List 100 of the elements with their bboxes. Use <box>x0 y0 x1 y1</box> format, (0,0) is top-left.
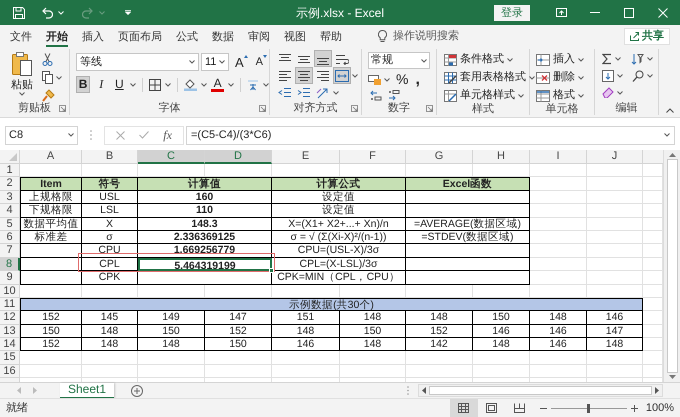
format-cells-icon[interactable] <box>536 90 550 102</box>
zoom-slider[interactable] <box>550 404 627 412</box>
decrease-decimal-icon[interactable] <box>388 90 400 101</box>
column-header[interactable]: D <box>205 150 272 164</box>
row-header[interactable]: 10 <box>0 284 20 298</box>
caret-icon[interactable] <box>615 57 621 61</box>
row-header[interactable]: 11 <box>0 298 20 312</box>
customize-icon[interactable] <box>125 10 131 15</box>
dialog-launcher-icon[interactable] <box>351 104 358 112</box>
ribbon-tab[interactable]: 审阅 <box>248 25 270 47</box>
dialog-launcher-icon[interactable] <box>259 104 266 112</box>
zoom-in-icon[interactable] <box>630 404 638 412</box>
caret-icon[interactable] <box>130 82 136 86</box>
ribbon-tab[interactable]: 文件 <box>10 25 32 47</box>
formula-input[interactable]: =(C5-C4)/(3*C6) <box>186 126 675 144</box>
fill-handle[interactable] <box>269 268 274 274</box>
fill-color-icon[interactable] <box>184 78 198 91</box>
caret-icon[interactable] <box>617 74 623 78</box>
add-sheet-icon[interactable] <box>131 384 144 396</box>
ribbon-tab[interactable]: 视图 <box>284 25 306 47</box>
caret-icon[interactable] <box>647 74 653 78</box>
font-name-field[interactable]: 等线 <box>76 53 199 71</box>
fill-down-icon[interactable] <box>602 70 614 82</box>
caret-icon[interactable] <box>201 82 208 86</box>
column-header[interactable]: G <box>406 150 473 164</box>
column-header[interactable]: I <box>530 150 587 164</box>
dialog-launcher-icon[interactable] <box>426 104 433 112</box>
lightbulb-icon[interactable] <box>378 30 387 42</box>
column-header[interactable]: C <box>138 150 205 164</box>
ribbon-tab[interactable]: 数据 <box>212 25 234 47</box>
ribbon-tab[interactable]: 页面布局 <box>118 25 162 47</box>
cells-menu-button[interactable]: 插入 <box>553 53 575 66</box>
caret-icon[interactable] <box>219 60 225 64</box>
search-icon[interactable] <box>632 70 644 82</box>
caret-icon[interactable] <box>68 133 74 137</box>
font-size-field[interactable]: 11 <box>201 53 229 71</box>
style-menu-button[interactable]: 单元格样式 <box>460 89 515 102</box>
sum-icon[interactable] <box>602 53 612 65</box>
underline-button[interactable]: U <box>112 76 126 93</box>
vertical-scrollbar[interactable] <box>663 150 680 382</box>
row-header[interactable]: 9 <box>0 271 20 285</box>
borders-icon[interactable] <box>149 78 162 90</box>
name-box[interactable]: C8 <box>5 126 78 144</box>
paintbrush-icon[interactable] <box>42 89 55 102</box>
row-header[interactable]: 6 <box>0 230 20 244</box>
scroll-down-icon[interactable] <box>668 375 676 379</box>
caret-icon[interactable] <box>56 76 62 80</box>
style-menu-button[interactable]: 条件格式 <box>460 53 504 66</box>
comma-style-button[interactable]: , <box>415 74 420 86</box>
sign-in-button[interactable]: 登录 <box>494 4 530 20</box>
row-header[interactable]: 8 <box>0 258 20 272</box>
caret-icon[interactable] <box>507 58 513 62</box>
tell-me-search[interactable]: 操作说明搜索 <box>393 28 459 44</box>
cells-menu-button[interactable]: 删除 <box>553 71 575 84</box>
column-header[interactable]: F <box>340 150 406 164</box>
caret-icon[interactable] <box>578 58 584 62</box>
row-header[interactable]: 1 <box>0 164 20 178</box>
cell-style-icon[interactable] <box>444 90 457 102</box>
caret-icon[interactable] <box>664 133 670 137</box>
ribbon-tab[interactable]: 公式 <box>176 25 198 47</box>
row-header[interactable]: 14 <box>0 338 20 352</box>
table-format-icon[interactable] <box>444 72 457 84</box>
sheet-tab[interactable]: Sheet1 <box>60 382 114 398</box>
row-header[interactable]: 15 <box>0 351 20 365</box>
caret-icon[interactable] <box>228 82 234 86</box>
dialog-launcher-icon[interactable] <box>59 105 66 112</box>
scissors-icon[interactable] <box>42 53 53 66</box>
caret-icon[interactable] <box>647 57 653 61</box>
caret-icon[interactable] <box>189 60 195 64</box>
column-header[interactable]: E <box>272 150 340 164</box>
save-icon[interactable] <box>13 6 25 18</box>
phonetic-guide-icon[interactable] <box>247 78 259 90</box>
caret-icon[interactable] <box>578 76 584 80</box>
column-header[interactable]: J <box>587 150 643 164</box>
scroll-right-icon[interactable] <box>655 387 659 394</box>
row-header[interactable]: 3 <box>0 190 20 204</box>
row-header[interactable]: 12 <box>0 311 20 325</box>
caret-icon[interactable] <box>518 94 524 98</box>
scroll-thumb[interactable] <box>666 159 678 373</box>
insert-cells-icon[interactable] <box>536 54 550 66</box>
split-handle-icon[interactable] <box>407 386 409 395</box>
align-bottom-icon[interactable] <box>314 50 332 67</box>
normal-view-button[interactable] <box>450 399 478 417</box>
sort-filter-icon[interactable] <box>631 53 644 65</box>
paste-button[interactable]: 粘贴 <box>8 51 36 102</box>
scroll-thumb[interactable] <box>429 386 652 395</box>
grow-font-button[interactable]: A <box>234 54 249 70</box>
caret-icon[interactable] <box>384 78 390 82</box>
copy-icon[interactable] <box>42 71 53 84</box>
bold-button[interactable]: B <box>76 76 90 93</box>
increase-decimal-icon[interactable] <box>370 90 382 101</box>
ribbon-tab[interactable]: 帮助 <box>320 25 342 47</box>
font-color-button[interactable]: A <box>211 78 224 92</box>
column-header[interactable]: B <box>82 150 138 164</box>
caret-icon[interactable] <box>165 82 172 86</box>
share-button[interactable]: 共享 <box>624 28 670 44</box>
row-header[interactable]: 13 <box>0 324 20 338</box>
horizontal-scrollbar[interactable] <box>418 384 663 397</box>
caret-icon[interactable] <box>578 94 584 98</box>
caret-icon[interactable] <box>333 90 339 94</box>
